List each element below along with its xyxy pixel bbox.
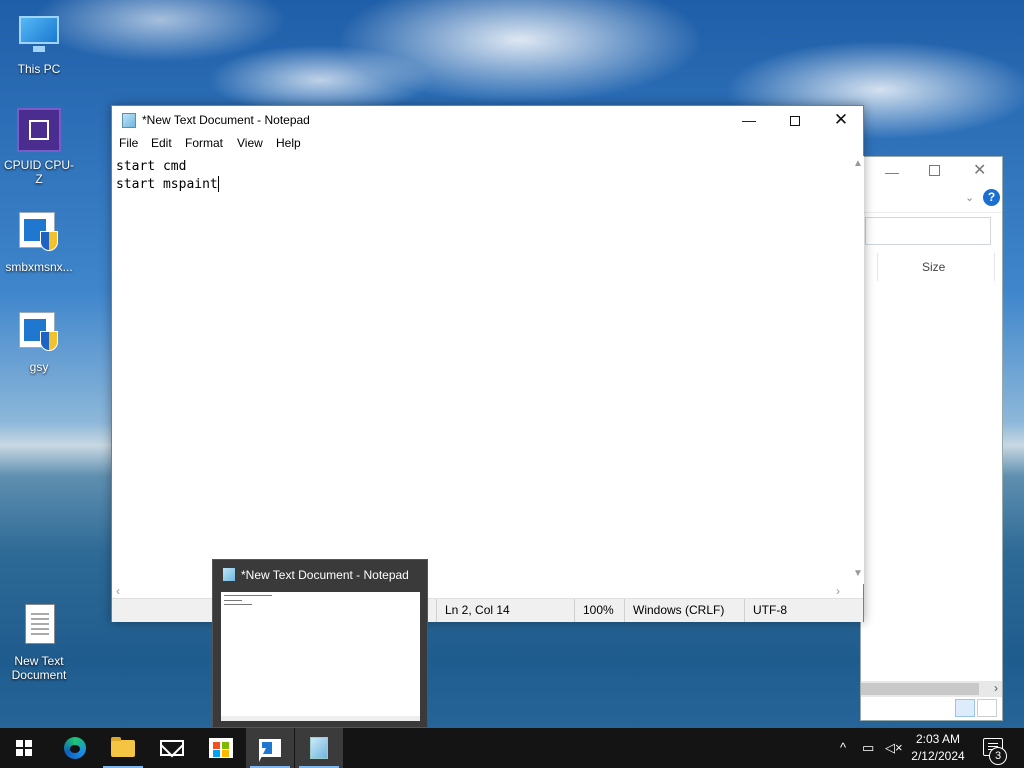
preview-title-row: *New Text Document - Notepad: [223, 568, 409, 582]
this-pc-icon: [15, 10, 63, 58]
desktop-icon-label: This PC: [17, 62, 61, 76]
store-icon: [209, 738, 233, 758]
maximize-icon: [790, 116, 800, 127]
explorer-titlebar[interactable]: — ✕: [861, 157, 1002, 185]
text-line: start cmd: [116, 159, 187, 174]
large-icons-view-icon[interactable]: [977, 699, 997, 717]
scroll-left-icon[interactable]: ‹: [116, 584, 120, 598]
desktop-icon-label: gsy: [29, 360, 49, 374]
scroll-up-icon[interactable]: ▲: [853, 158, 863, 169]
chevron-right-icon[interactable]: ›: [994, 681, 998, 695]
view-mode-buttons: [955, 699, 999, 720]
taskbar-notepad[interactable]: [295, 728, 343, 768]
desktop-icon-smbxmsnx[interactable]: smbxmsnx...: [1, 208, 77, 274]
volume-muted-icon[interactable]: ◁×: [885, 740, 903, 756]
window-title: *New Text Document - Notepad: [142, 113, 310, 127]
maximize-button[interactable]: [772, 106, 818, 134]
menu-bar: File Edit Format View Help: [112, 134, 863, 154]
shield-app-icon: [15, 208, 63, 256]
taskbar-mail[interactable]: [148, 728, 196, 768]
notepad-icon: [310, 737, 328, 759]
text-document-icon: [15, 602, 63, 650]
menu-file[interactable]: File: [119, 136, 138, 150]
close-button[interactable]: ✕: [818, 106, 864, 134]
start-button[interactable]: [0, 728, 48, 768]
menu-format[interactable]: Format: [185, 136, 223, 150]
status-line-endings: Windows (CRLF): [624, 599, 724, 622]
explorer-horizontal-scrollbar[interactable]: ›: [861, 681, 1002, 697]
clock-time: 2:03 AM: [915, 732, 961, 746]
status-encoding: UTF-8: [744, 599, 787, 622]
scroll-right-icon[interactable]: ›: [836, 584, 840, 598]
shield-app-icon: [15, 308, 63, 356]
taskbar-app-window[interactable]: [246, 728, 294, 768]
clock-date: 2/12/2024: [911, 749, 965, 763]
preview-title: *New Text Document - Notepad: [241, 568, 409, 582]
maximize-icon[interactable]: [929, 165, 940, 176]
preview-thumbnail[interactable]: [221, 592, 420, 721]
taskbar-store[interactable]: [197, 728, 245, 768]
notepad-window[interactable]: *New Text Document - Notepad — ✕ File Ed…: [111, 105, 864, 622]
network-icon[interactable]: ▭: [862, 740, 874, 756]
mail-icon: [160, 740, 184, 756]
cpu-z-icon: [15, 106, 63, 154]
menu-help[interactable]: Help: [276, 136, 301, 150]
notepad-icon: [122, 113, 136, 128]
menu-view[interactable]: View: [237, 136, 263, 150]
notepad-icon: [223, 568, 235, 581]
close-icon[interactable]: ✕: [973, 160, 986, 180]
help-icon[interactable]: ?: [983, 189, 1000, 206]
chevron-up-icon[interactable]: ^: [840, 740, 846, 755]
mouse-cursor-icon: [259, 748, 266, 762]
clock[interactable]: 2:03 AM 2/12/2024: [903, 731, 973, 765]
status-zoom: 100%: [574, 599, 614, 622]
edge-icon: [64, 737, 86, 759]
explorer-search-box[interactable]: [865, 217, 991, 245]
column-header-size[interactable]: Size: [877, 253, 995, 281]
windows-start-icon: [16, 740, 32, 756]
menu-edit[interactable]: Edit: [151, 136, 172, 150]
file-explorer-window[interactable]: — ✕ ⌄ ? Size ›: [860, 156, 1003, 721]
taskbar-edge[interactable]: [51, 728, 99, 768]
desktop-icon-this-pc[interactable]: This PC: [1, 10, 77, 76]
desktop-icon-label: CPUID CPU-Z: [3, 158, 74, 186]
notepad-titlebar[interactable]: *New Text Document - Notepad — ✕: [112, 106, 863, 134]
taskbar: ^ ▭ ◁× 2:03 AM 2/12/2024: [0, 728, 1024, 768]
text-line: start mspaint: [116, 177, 218, 192]
desktop-icon-label: smbxmsnx...: [5, 260, 73, 274]
taskbar-file-explorer[interactable]: [99, 728, 147, 768]
scrollbar-thumb[interactable]: [861, 683, 979, 695]
text-editor[interactable]: start cmd start mspaint: [112, 156, 851, 584]
taskbar-preview[interactable]: *New Text Document - Notepad: [212, 559, 428, 728]
status-cursor-position: Ln 2, Col 14: [436, 599, 510, 622]
desktop-icon-cpu-z[interactable]: CPUID CPU-Z: [1, 106, 77, 186]
desktop-icon-gsy[interactable]: gsy: [1, 308, 77, 374]
notification-count-badge: 3: [989, 747, 1007, 765]
text-caret: [217, 176, 219, 192]
vertical-scrollbar[interactable]: ▲ ▼: [851, 156, 864, 584]
text-line-with-caret: start mspaint: [116, 176, 847, 194]
minimize-icon[interactable]: —: [885, 164, 899, 180]
minimize-button[interactable]: —: [726, 106, 772, 134]
column-header-label: Size: [922, 260, 946, 274]
file-explorer-icon: [111, 737, 135, 757]
details-view-icon[interactable]: [955, 699, 975, 717]
chevron-down-icon[interactable]: ⌄: [965, 191, 974, 204]
desktop-icon-new-text-document[interactable]: New Text Document: [1, 602, 77, 682]
explorer-ribbon: ⌄ ?: [861, 185, 1002, 213]
scroll-down-icon[interactable]: ▼: [853, 568, 863, 579]
desktop-icon-label: New Text Document: [11, 654, 67, 682]
